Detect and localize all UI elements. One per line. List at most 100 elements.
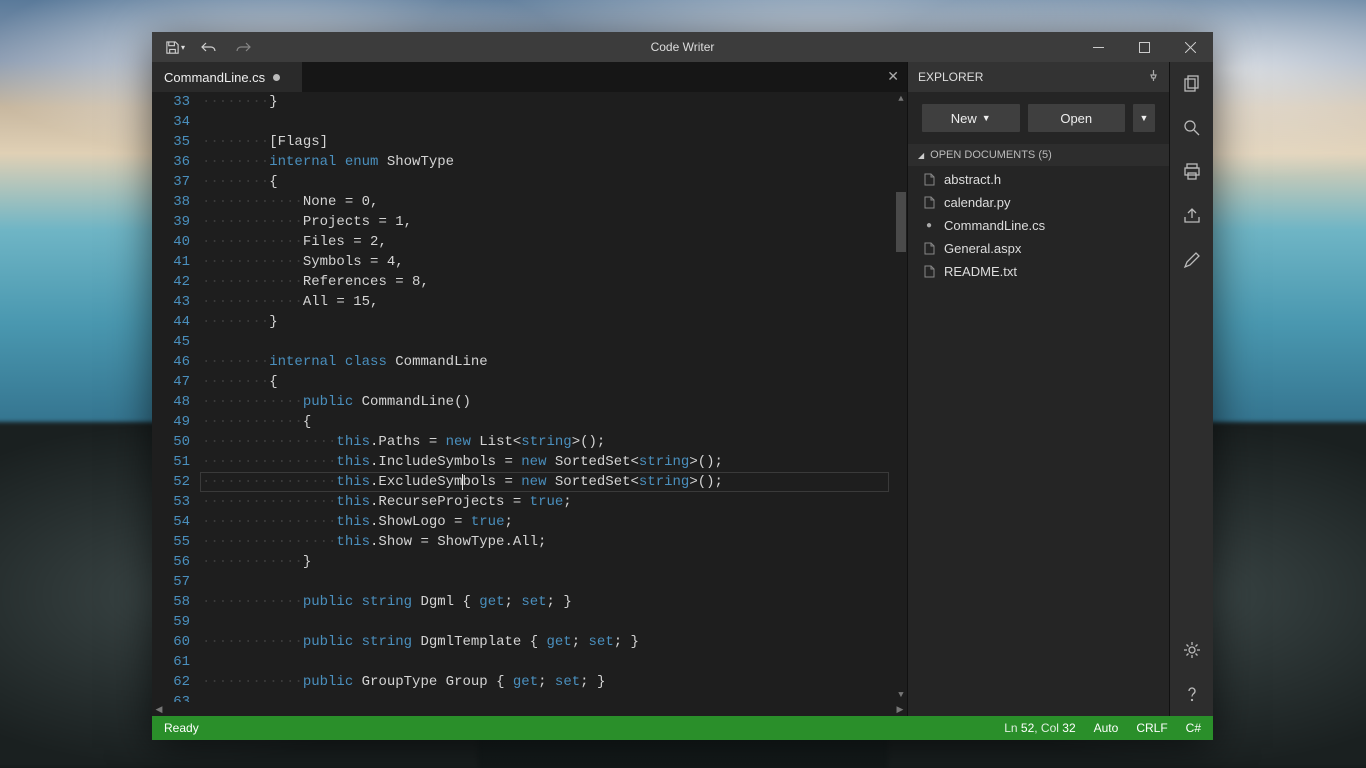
search-icon[interactable]	[1170, 106, 1214, 150]
code-line[interactable]: ············public string Dgml { get; se…	[200, 592, 895, 612]
code-line[interactable]: ············public string DgmlTemplate {…	[200, 632, 895, 652]
file-item[interactable]: General.aspx	[908, 237, 1169, 260]
code-line[interactable]	[200, 112, 895, 132]
code-line[interactable]	[200, 692, 895, 702]
line-number: 45	[152, 332, 190, 352]
code-line[interactable]	[200, 652, 895, 672]
code-line[interactable]: ········internal enum ShowType	[200, 152, 895, 172]
new-button[interactable]: New▼	[922, 104, 1020, 132]
line-number: 34	[152, 112, 190, 132]
code-line[interactable]: ········{	[200, 372, 895, 392]
redo-button[interactable]	[226, 33, 260, 61]
code-line[interactable]: ············public CommandLine()	[200, 392, 895, 412]
file-icon	[922, 242, 936, 255]
code-line[interactable]: ················this.ShowLogo = true;	[200, 512, 895, 532]
line-number: 62	[152, 672, 190, 692]
line-number: 41	[152, 252, 190, 272]
file-name: README.txt	[944, 264, 1017, 279]
line-number: 42	[152, 272, 190, 292]
code-line[interactable]: ················this.Show = ShowType.All…	[200, 532, 895, 552]
language-mode[interactable]: C#	[1186, 721, 1201, 735]
help-icon[interactable]	[1170, 672, 1214, 716]
print-icon[interactable]	[1170, 150, 1214, 194]
code-line[interactable]: ············}	[200, 552, 895, 572]
line-number: 38	[152, 192, 190, 212]
line-number: 43	[152, 292, 190, 312]
line-number: 50	[152, 432, 190, 452]
edit-icon[interactable]	[1170, 238, 1214, 282]
file-name: CommandLine.cs	[944, 218, 1045, 233]
file-name: abstract.h	[944, 172, 1001, 187]
status-bar: Ready Ln 52, Col 32 Auto CRLF C#	[152, 716, 1213, 740]
cursor-position[interactable]: Ln 52, Col 32	[1004, 721, 1075, 735]
line-number-gutter: 3334353637383940414243444546474849505152…	[152, 92, 200, 702]
eol-mode[interactable]: CRLF	[1136, 721, 1167, 735]
file-item[interactable]: CommandLine.cs	[908, 214, 1169, 237]
documents-icon[interactable]	[1170, 62, 1214, 106]
code-line[interactable]: ················this.IncludeSymbols = ne…	[200, 452, 895, 472]
line-number: 55	[152, 532, 190, 552]
explorer-header: EXPLORER	[908, 62, 1169, 92]
open-documents-header[interactable]: ◢ OPEN DOCUMENTS (5)	[908, 144, 1169, 166]
explorer-panel: EXPLORER New▼ Open ▼ ◢ OPEN DOCUMENTS (5…	[907, 62, 1169, 716]
line-number: 47	[152, 372, 190, 392]
close-button[interactable]	[1167, 32, 1213, 62]
line-number: 56	[152, 552, 190, 572]
editor-pane: CommandLine.cs ✕ 33343536373839404142434…	[152, 62, 907, 716]
code-line[interactable]: ················this.ExcludeSymbols = ne…	[200, 472, 895, 492]
code-line[interactable]	[200, 572, 895, 592]
code-editor[interactable]: 3334353637383940414243444546474849505152…	[152, 92, 907, 702]
status-ready: Ready	[164, 721, 199, 735]
wrap-mode[interactable]: Auto	[1094, 721, 1119, 735]
close-tab-button[interactable]: ✕	[887, 68, 899, 85]
save-button[interactable]: ▾	[158, 33, 192, 61]
file-item[interactable]: README.txt	[908, 260, 1169, 283]
open-dropdown-button[interactable]: ▼	[1133, 104, 1155, 132]
code-line[interactable]	[200, 612, 895, 632]
file-list: abstract.h calendar.py CommandLine.cs Gener…	[908, 166, 1169, 285]
code-line[interactable]: ············public GroupType Group { get…	[200, 672, 895, 692]
undo-button[interactable]	[192, 33, 226, 61]
share-icon[interactable]	[1170, 194, 1214, 238]
code-line[interactable]: ············Symbols = 4,	[200, 252, 895, 272]
line-number: 39	[152, 212, 190, 232]
line-number: 52	[152, 472, 190, 492]
horizontal-scrollbar[interactable]: ◀ ▶	[152, 702, 907, 716]
code-line[interactable]: ················this.Paths = new List<st…	[200, 432, 895, 452]
dirty-dot-icon	[922, 220, 936, 231]
code-content[interactable]: ········}········[Flags]········internal…	[200, 92, 895, 702]
file-item[interactable]: calendar.py	[908, 191, 1169, 214]
line-number: 46	[152, 352, 190, 372]
code-line[interactable]: ············None = 0,	[200, 192, 895, 212]
tab-commandline[interactable]: CommandLine.cs	[152, 62, 302, 92]
code-line[interactable]: ········}	[200, 312, 895, 332]
minimize-button[interactable]	[1075, 32, 1121, 62]
code-line[interactable]: ········[Flags]	[200, 132, 895, 152]
code-line[interactable]: ········}	[200, 92, 895, 112]
line-number: 48	[152, 392, 190, 412]
code-line[interactable]: ················this.RecurseProjects = t…	[200, 492, 895, 512]
code-line[interactable]: ············Files = 2,	[200, 232, 895, 252]
open-button[interactable]: Open	[1028, 104, 1126, 132]
code-line[interactable]: ············Projects = 1,	[200, 212, 895, 232]
file-icon	[922, 196, 936, 209]
code-line[interactable]: ········{	[200, 172, 895, 192]
line-number: 53	[152, 492, 190, 512]
code-line[interactable]: ············References = 8,	[200, 272, 895, 292]
code-line[interactable]: ············All = 15,	[200, 292, 895, 312]
open-documents-label: OPEN DOCUMENTS (5)	[930, 149, 1052, 161]
code-line[interactable]	[200, 332, 895, 352]
line-number: 57	[152, 572, 190, 592]
vertical-scrollbar[interactable]: ▲ ▼	[895, 92, 907, 702]
file-item[interactable]: abstract.h	[908, 168, 1169, 191]
settings-icon[interactable]	[1170, 628, 1214, 672]
tab-label: CommandLine.cs	[164, 70, 265, 85]
code-line[interactable]: ············{	[200, 412, 895, 432]
pin-icon[interactable]	[1148, 70, 1159, 84]
maximize-button[interactable]	[1121, 32, 1167, 62]
app-title: Code Writer	[152, 40, 1213, 54]
titlebar: ▾ Code Writer	[152, 32, 1213, 62]
code-line[interactable]: ········internal class CommandLine	[200, 352, 895, 372]
line-number: 33	[152, 92, 190, 112]
line-number: 61	[152, 652, 190, 672]
